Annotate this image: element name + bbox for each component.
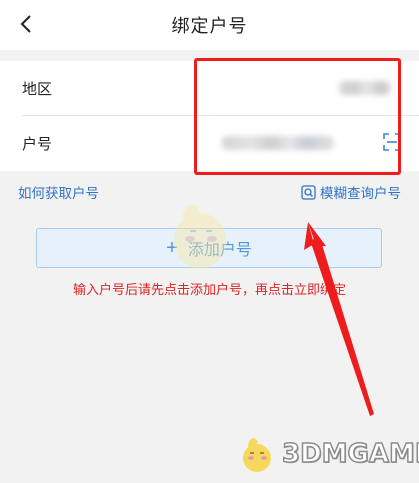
- back-button[interactable]: [12, 10, 40, 38]
- fuzzy-search-link[interactable]: 模糊查询户号: [301, 182, 401, 202]
- fuzzy-search-label: 模糊查询户号: [320, 186, 401, 201]
- plus-icon: +: [166, 237, 178, 259]
- search-icon: [301, 184, 316, 200]
- region-label: 地区: [22, 80, 53, 98]
- page-title: 绑定户号: [171, 16, 248, 36]
- mascot-logo-icon: [243, 438, 271, 472]
- add-account-button[interactable]: + 添加户号: [36, 228, 382, 268]
- add-account-label: 添加户号: [187, 242, 252, 259]
- how-to-get-account-link[interactable]: 如何获取户号: [18, 182, 99, 202]
- watermark-text: 3DMGAME: [281, 438, 419, 470]
- nav-bar: 绑定户号: [0, 0, 419, 50]
- highlight-box: [194, 58, 401, 175]
- watermark: 3DMGAME: [236, 432, 419, 476]
- account-label: 户号: [22, 135, 53, 153]
- chevron-left-icon: [20, 15, 31, 33]
- screen: 绑定户号 地区 户号 如何获取户号 模糊查询户号 + 添加户号 输入户号后请先点…: [0, 0, 419, 483]
- annotation-note: 输入户号后请先点击添加户号，再点击立即绑定: [72, 282, 346, 297]
